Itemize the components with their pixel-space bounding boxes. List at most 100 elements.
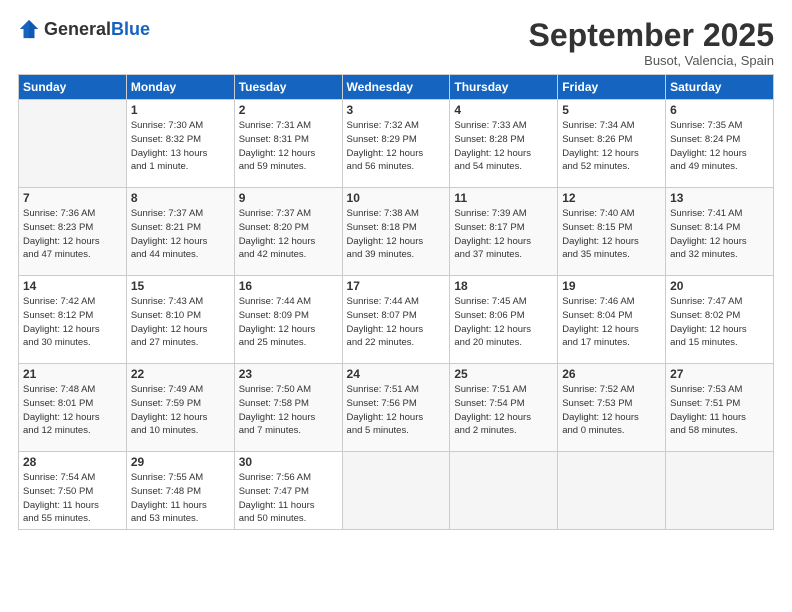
calendar-row: 28 Sunrise: 7:54 AM Sunset: 7:50 PM Dayli… [19,452,774,530]
logo-general-text: General [44,19,111,39]
month-title: September 2025 [529,18,774,53]
day-number: 30 [239,455,338,469]
calendar-cell: 29Sunrise: 7:55 AM Sunset: 7:48 PM Dayli… [126,452,234,530]
logo-blue-text: Blue [111,19,150,39]
day-info: Sunrise: 7:43 AM Sunset: 8:10 PM Dayligh… [131,295,230,350]
day-info: Sunrise: 7:34 AM Sunset: 8:26 PM Dayligh… [562,119,661,174]
calendar-cell: 15 Sunrise: 7:43 AM Sunset: 8:10 PM Dayli… [126,276,234,364]
calendar-cell: 19 Sunrise: 7:46 AM Sunset: 8:04 PM Dayli… [558,276,666,364]
calendar-cell: 11 Sunrise: 7:39 AM Sunset: 8:17 PM Dayli… [450,188,558,276]
weekday-header: Saturday [666,75,774,100]
calendar-cell: 2 Sunrise: 7:31 AM Sunset: 8:31 PM Daylig… [234,100,342,188]
day-info: Sunrise: 7:38 AM Sunset: 8:18 PM Dayligh… [347,207,446,262]
day-info: Sunrise: 7:54 AM Sunset: 7:50 PM Dayligh… [23,471,122,526]
day-info: Sunrise: 7:35 AM Sunset: 8:24 PM Dayligh… [670,119,769,174]
day-info: Sunrise: 7:46 AM Sunset: 8:04 PM Dayligh… [562,295,661,350]
day-info: Sunrise: 7:32 AM Sunset: 8:29 PM Dayligh… [347,119,446,174]
calendar-row: 14 Sunrise: 7:42 AM Sunset: 8:12 PM Dayli… [19,276,774,364]
day-number: 5 [562,103,661,117]
calendar-cell: 28 Sunrise: 7:54 AM Sunset: 7:50 PM Dayli… [19,452,127,530]
calendar-cell: 23Sunrise: 7:50 AM Sunset: 7:58 PM Dayli… [234,364,342,452]
calendar-cell: 20Sunrise: 7:47 AM Sunset: 8:02 PM Dayli… [666,276,774,364]
location-subtitle: Busot, Valencia, Spain [529,53,774,68]
calendar-cell: 22Sunrise: 7:49 AM Sunset: 7:59 PM Dayli… [126,364,234,452]
calendar-cell: 18 Sunrise: 7:45 AM Sunset: 8:06 PM Dayli… [450,276,558,364]
calendar-cell: 24 Sunrise: 7:51 AM Sunset: 7:56 PM Dayli… [342,364,450,452]
day-info: Sunrise: 7:40 AM Sunset: 8:15 PM Dayligh… [562,207,661,262]
calendar-row: 21 Sunrise: 7:48 AM Sunset: 8:01 PM Dayli… [19,364,774,452]
day-info: Sunrise: 7:42 AM Sunset: 8:12 PM Dayligh… [23,295,122,350]
day-info: Sunrise: 7:30 AM Sunset: 8:32 PM Dayligh… [131,119,230,174]
day-number: 23 [239,367,338,381]
calendar-row: 7Sunrise: 7:36 AM Sunset: 8:23 PM Daylig… [19,188,774,276]
day-info: Sunrise: 7:51 AM Sunset: 7:56 PM Dayligh… [347,383,446,438]
calendar-cell [342,452,450,530]
calendar-cell: 25 Sunrise: 7:51 AM Sunset: 7:54 PM Dayli… [450,364,558,452]
day-info: Sunrise: 7:44 AM Sunset: 8:07 PM Dayligh… [347,295,446,350]
day-number: 10 [347,191,446,205]
day-number: 18 [454,279,553,293]
day-number: 15 [131,279,230,293]
calendar-cell: 12 Sunrise: 7:40 AM Sunset: 8:15 PM Dayli… [558,188,666,276]
day-number: 3 [347,103,446,117]
day-number: 28 [23,455,122,469]
day-number: 27 [670,367,769,381]
logo: GeneralBlue [18,18,150,40]
day-info: Sunrise: 7:33 AM Sunset: 8:28 PM Dayligh… [454,119,553,174]
calendar-header-row: SundayMondayTuesdayWednesdayThursdayFrid… [19,75,774,100]
day-number: 4 [454,103,553,117]
day-number: 26 [562,367,661,381]
day-number: 16 [239,279,338,293]
calendar-cell: 5 Sunrise: 7:34 AM Sunset: 8:26 PM Daylig… [558,100,666,188]
calendar-cell [450,452,558,530]
calendar-cell [558,452,666,530]
weekday-header: Thursday [450,75,558,100]
day-number: 17 [347,279,446,293]
day-number: 13 [670,191,769,205]
calendar-cell [19,100,127,188]
day-number: 25 [454,367,553,381]
day-info: Sunrise: 7:48 AM Sunset: 8:01 PM Dayligh… [23,383,122,438]
day-number: 24 [347,367,446,381]
calendar-cell: 7Sunrise: 7:36 AM Sunset: 8:23 PM Daylig… [19,188,127,276]
day-info: Sunrise: 7:51 AM Sunset: 7:54 PM Dayligh… [454,383,553,438]
day-info: Sunrise: 7:31 AM Sunset: 8:31 PM Dayligh… [239,119,338,174]
calendar-cell: 17 Sunrise: 7:44 AM Sunset: 8:07 PM Dayli… [342,276,450,364]
calendar-cell: 10 Sunrise: 7:38 AM Sunset: 8:18 PM Dayli… [342,188,450,276]
day-number: 14 [23,279,122,293]
day-info: Sunrise: 7:39 AM Sunset: 8:17 PM Dayligh… [454,207,553,262]
day-number: 1 [131,103,230,117]
weekday-header: Friday [558,75,666,100]
calendar-cell: 16 Sunrise: 7:44 AM Sunset: 8:09 PM Dayli… [234,276,342,364]
day-info: Sunrise: 7:41 AM Sunset: 8:14 PM Dayligh… [670,207,769,262]
calendar-cell: 21 Sunrise: 7:48 AM Sunset: 8:01 PM Dayli… [19,364,127,452]
calendar-cell: 30 Sunrise: 7:56 AM Sunset: 7:47 PM Dayli… [234,452,342,530]
day-info: Sunrise: 7:37 AM Sunset: 8:21 PM Dayligh… [131,207,230,262]
calendar-row: 1 Sunrise: 7:30 AM Sunset: 8:32 PM Daylig… [19,100,774,188]
day-info: Sunrise: 7:55 AM Sunset: 7:48 PM Dayligh… [131,471,230,526]
day-number: 21 [23,367,122,381]
weekday-header: Tuesday [234,75,342,100]
calendar-cell: 9Sunrise: 7:37 AM Sunset: 8:20 PM Daylig… [234,188,342,276]
day-info: Sunrise: 7:44 AM Sunset: 8:09 PM Dayligh… [239,295,338,350]
day-number: 20 [670,279,769,293]
calendar-cell: 1 Sunrise: 7:30 AM Sunset: 8:32 PM Daylig… [126,100,234,188]
day-number: 19 [562,279,661,293]
calendar-cell: 26 Sunrise: 7:52 AM Sunset: 7:53 PM Dayli… [558,364,666,452]
day-info: Sunrise: 7:53 AM Sunset: 7:51 PM Dayligh… [670,383,769,438]
day-number: 7 [23,191,122,205]
day-info: Sunrise: 7:52 AM Sunset: 7:53 PM Dayligh… [562,383,661,438]
calendar-cell: 14 Sunrise: 7:42 AM Sunset: 8:12 PM Dayli… [19,276,127,364]
day-number: 6 [670,103,769,117]
weekday-header: Sunday [19,75,127,100]
day-number: 11 [454,191,553,205]
day-info: Sunrise: 7:56 AM Sunset: 7:47 PM Dayligh… [239,471,338,526]
day-number: 22 [131,367,230,381]
calendar-cell: 6 Sunrise: 7:35 AM Sunset: 8:24 PM Daylig… [666,100,774,188]
day-info: Sunrise: 7:45 AM Sunset: 8:06 PM Dayligh… [454,295,553,350]
calendar-cell [666,452,774,530]
day-number: 2 [239,103,338,117]
day-number: 12 [562,191,661,205]
day-info: Sunrise: 7:37 AM Sunset: 8:20 PM Dayligh… [239,207,338,262]
calendar-table: SundayMondayTuesdayWednesdayThursdayFrid… [18,74,774,530]
